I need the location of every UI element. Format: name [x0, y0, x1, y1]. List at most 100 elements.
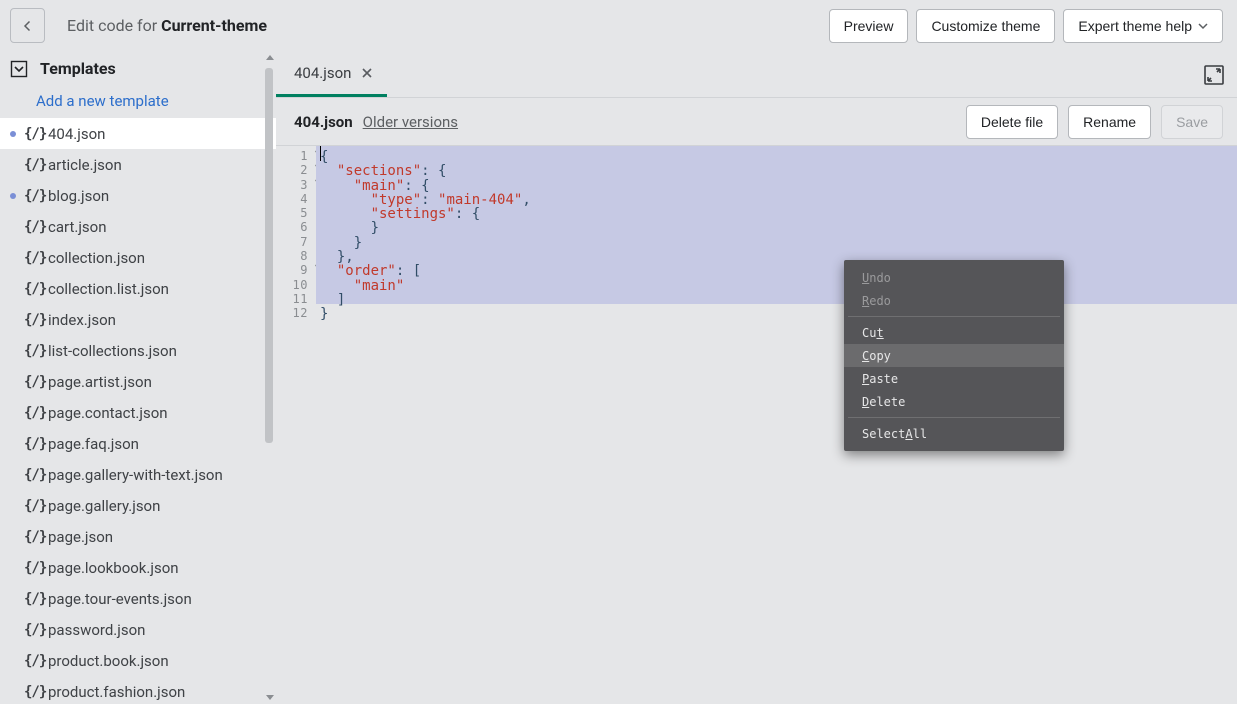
context-menu-copy[interactable]: Copy: [844, 344, 1064, 367]
expert-help-label: Expert theme help: [1078, 18, 1192, 34]
rename-button[interactable]: Rename: [1068, 105, 1151, 139]
scroll-track[interactable]: [264, 60, 275, 695]
file-row-index-json[interactable]: {/}index.json: [0, 304, 276, 335]
expert-help-button[interactable]: Expert theme help: [1063, 9, 1223, 43]
line-number: 5: [276, 207, 316, 221]
file-label: page.gallery.json: [48, 497, 160, 515]
file-label: collection.list.json: [48, 280, 169, 298]
file-row-404-json[interactable]: {/}404.json: [0, 118, 276, 149]
file-row-collection-json[interactable]: {/}collection.json: [0, 242, 276, 273]
file-label: page.artist.json: [48, 373, 152, 391]
json-icon: {/}: [24, 374, 42, 390]
file-label: blog.json: [48, 187, 109, 205]
file-row-page-contact-json[interactable]: {/}page.contact.json: [0, 397, 276, 428]
tab-404-json[interactable]: 404.json: [276, 51, 387, 97]
arrow-left-icon: [19, 17, 37, 35]
json-icon: {/}: [24, 622, 42, 638]
json-icon: {/}: [24, 188, 42, 204]
line-number: 6: [276, 221, 316, 235]
json-icon: {/}: [24, 560, 42, 576]
editor-area: 404.json 404.json Older versions Delete …: [276, 51, 1237, 704]
page-title-theme: Current-theme: [161, 16, 267, 35]
line-number: 11: [276, 293, 316, 307]
file-row-article-json[interactable]: {/}article.json: [0, 149, 276, 180]
topbar: Edit code for Current-theme Preview Cust…: [0, 0, 1237, 51]
file-row-product-fashion-json[interactable]: {/} product.fashion.json: [0, 676, 276, 704]
file-row-collection-list-json[interactable]: {/} collection.list.json: [0, 273, 276, 304]
file-row-page-gallery-json[interactable]: {/} page.gallery.json: [0, 490, 276, 521]
file-label: product.book.json: [48, 652, 169, 670]
customize-theme-button[interactable]: Customize theme: [916, 9, 1055, 43]
scroll-down-icon[interactable]: [266, 695, 274, 700]
add-template-link[interactable]: Add a new template: [0, 86, 276, 116]
file-label: page.faq.json: [48, 435, 139, 453]
file-bar: 404.json Older versions Delete file Rena…: [276, 97, 1237, 145]
file-row-page-tour-events-json[interactable]: {/} page.tour-events.json: [0, 583, 276, 614]
file-row-password-json[interactable]: {/}password.json: [0, 614, 276, 645]
json-icon: {/}: [24, 405, 42, 421]
file-label: cart.json: [48, 218, 107, 236]
context-menu-cut[interactable]: Cut: [844, 321, 1064, 344]
expand-icon: [1203, 64, 1225, 86]
line-number: 2: [276, 164, 316, 178]
file-label: article.json: [48, 156, 122, 174]
file-row-product-book-json[interactable]: {/}product.book.json: [0, 645, 276, 676]
scroll-thumb[interactable]: [265, 68, 273, 443]
json-icon: {/}: [24, 529, 42, 545]
file-row-page-json[interactable]: {/} page.json: [0, 521, 276, 552]
collapse-down-icon: [10, 60, 28, 78]
file-row-page-faq-json[interactable]: {/} page.faq.json: [0, 428, 276, 459]
code-editor[interactable]: 123456789101112 { "sections": { "main": …: [276, 145, 1237, 704]
context-menu-paste[interactable]: Paste: [844, 367, 1064, 390]
file-list: {/}404.json{/}article.json{/}blog.json{/…: [0, 116, 276, 704]
file-row-page-lookbook-json[interactable]: {/} page.lookbook.json: [0, 552, 276, 583]
code-text: { "sections": { "main": { "type": "main-…: [316, 150, 1237, 322]
context-menu-delete[interactable]: Delete: [844, 390, 1064, 413]
file-row-cart-json[interactable]: {/} cart.json: [0, 211, 276, 242]
context-menu-undo: Undo: [844, 266, 1064, 289]
preview-button[interactable]: Preview: [829, 9, 909, 43]
back-button[interactable]: [10, 8, 45, 43]
current-filename: 404.json: [294, 113, 353, 131]
line-number: 4: [276, 193, 316, 207]
older-versions-link[interactable]: Older versions: [363, 113, 458, 131]
sidebar: Templates Add a new template {/}404.json…: [0, 51, 276, 704]
delete-file-button[interactable]: Delete file: [966, 105, 1058, 139]
sidebar-scrollbar[interactable]: [264, 51, 275, 704]
json-icon: {/}: [24, 281, 42, 297]
chevron-down-icon: [1198, 21, 1208, 31]
close-icon[interactable]: [361, 67, 373, 79]
file-label: page.json: [48, 528, 113, 546]
sidebar-header[interactable]: Templates: [0, 51, 276, 86]
topbar-actions: Preview Customize theme Expert theme hel…: [829, 9, 1223, 43]
file-label: page.lookbook.json: [48, 559, 179, 577]
main: Templates Add a new template {/}404.json…: [0, 51, 1237, 704]
file-row-list-collections-json[interactable]: {/} list-collections.json: [0, 335, 276, 366]
file-row-blog-json[interactable]: {/} blog.json: [0, 180, 276, 211]
expand-editor-button[interactable]: [1203, 64, 1225, 86]
code-area[interactable]: { "sections": { "main": { "type": "main-…: [316, 146, 1237, 704]
line-number: 7: [276, 236, 316, 250]
file-label: index.json: [48, 311, 116, 329]
tabs-row: 404.json: [276, 51, 1237, 97]
context-menu-select-all[interactable]: Select All: [844, 422, 1064, 445]
file-label: page.tour-events.json: [48, 590, 192, 608]
json-icon: {/}: [24, 126, 42, 142]
context-menu-separator: [848, 417, 1060, 418]
page-title: Edit code for Current-theme: [67, 16, 267, 35]
json-icon: {/}: [24, 250, 42, 266]
json-icon: {/}: [24, 343, 42, 359]
line-gutter: 123456789101112: [276, 146, 316, 704]
file-row-page-gallery-with-text-json[interactable]: {/}page.gallery-with-text.json: [0, 459, 276, 490]
json-icon: {/}: [24, 498, 42, 514]
json-icon: {/}: [24, 591, 42, 607]
context-menu: UndoRedoCutCopyPasteDeleteSelect All: [844, 260, 1064, 451]
json-icon: {/}: [24, 436, 42, 452]
json-icon: {/}: [24, 684, 42, 700]
file-row-page-artist-json[interactable]: {/} page.artist.json: [0, 366, 276, 397]
json-icon: {/}: [24, 219, 42, 235]
file-label: product.fashion.json: [48, 683, 185, 701]
file-label: list-collections.json: [48, 342, 177, 360]
line-number: 1: [276, 150, 316, 164]
page-title-prefix: Edit code for: [67, 16, 161, 35]
